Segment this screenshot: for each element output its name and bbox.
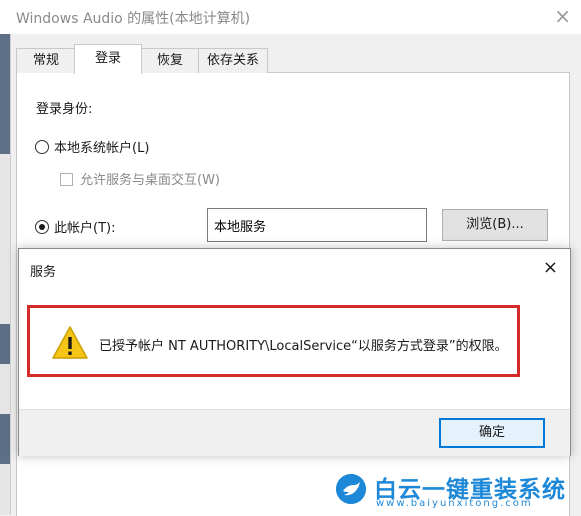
dialog-close-button[interactable]: × [543, 257, 558, 279]
tab-recovery[interactable]: 恢复 [140, 48, 200, 73]
window-title: Windows Audio 的属性(本地计算机) [16, 11, 251, 27]
title-bar: Windows Audio 的属性(本地计算机) × [0, 0, 581, 34]
tab-general[interactable]: 常规 [16, 48, 76, 73]
dialog-title: 服务 [30, 265, 57, 280]
tab-login[interactable]: 登录 [74, 44, 142, 74]
local-system-label[interactable]: 本地系统帐户(L) [54, 137, 149, 156]
ok-button[interactable]: 确定 [439, 418, 545, 448]
tab-dependencies[interactable]: 依存关系 [198, 48, 268, 73]
edge-band [0, 34, 10, 154]
local-system-radio[interactable] [35, 140, 49, 154]
this-account-label[interactable]: 此帐户(T): [54, 217, 115, 236]
dialog-footer: 确定 [19, 409, 570, 456]
dialog-message: 已授予帐户 NT AUTHORITY\LocalService“以服务方式登录”… [99, 339, 508, 354]
edge-band [0, 414, 10, 464]
watermark: 白云一键重装系统 www.baiyunxitong.com [336, 470, 576, 512]
account-input[interactable] [207, 208, 427, 242]
warning-icon [52, 326, 88, 359]
allow-desktop-label: 允许服务与桌面交互(W) [80, 173, 220, 188]
login-as-heading: 登录身份: [36, 102, 93, 117]
this-account-radio[interactable] [35, 220, 49, 234]
edge-band [0, 324, 10, 364]
watermark-url: www.baiyunxitong.com [376, 498, 533, 509]
background-window-edge [0, 34, 11, 515]
window-close-button[interactable]: × [554, 4, 571, 28]
allow-desktop-checkbox[interactable] [60, 173, 73, 186]
services-dialog: 服务 × 已授予帐户 NT AUTHORITY\LocalService“以服务… [18, 248, 571, 456]
bird-logo-icon [336, 474, 366, 504]
browse-button[interactable]: 浏览(B)... [442, 209, 548, 241]
